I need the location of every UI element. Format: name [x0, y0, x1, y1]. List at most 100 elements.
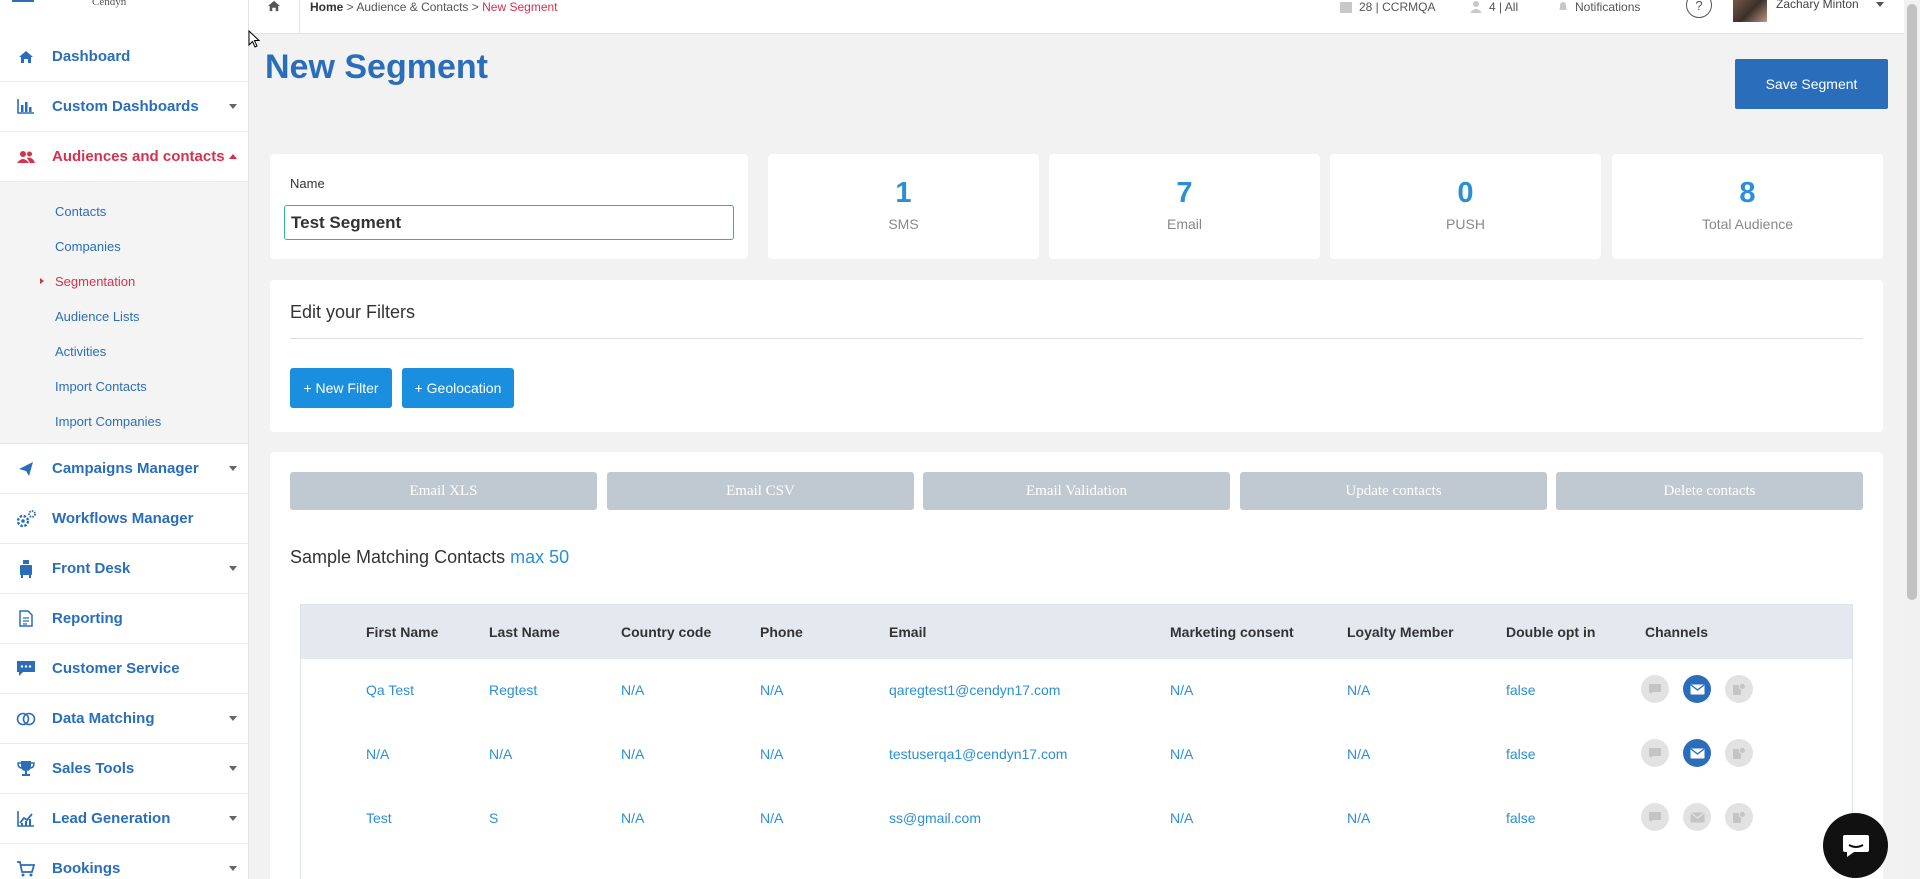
scrollbar-thumb[interactable] [1907, 4, 1917, 600]
email-channel-icon [1683, 675, 1711, 703]
cell-marketing-consent[interactable]: N/A [1170, 746, 1193, 762]
home-icon [268, 0, 280, 12]
cell-email[interactable]: testuserqa1@cendyn17.com [889, 746, 1067, 762]
nav-label: Campaigns Manager [52, 460, 199, 477]
sub-item-companies[interactable]: Companies [0, 229, 248, 264]
column-header[interactable]: Phone [760, 624, 803, 640]
sub-item-import-contacts[interactable]: Import Contacts [0, 369, 248, 404]
email-xls-button[interactable]: Email XLS [290, 472, 597, 510]
chevron-down-icon [229, 816, 237, 821]
scrollbar[interactable] [1904, 0, 1920, 879]
nav-label: Audiences and contacts [52, 148, 225, 165]
breadcrumb-home[interactable]: Home [310, 0, 343, 14]
avatar[interactable] [1733, 0, 1767, 22]
user-icon [1470, 1, 1482, 13]
column-header[interactable]: Double opt in [1506, 624, 1595, 640]
chevron-down-icon [229, 866, 237, 871]
cell-marketing-consent[interactable]: N/A [1170, 810, 1193, 826]
nav-front-desk[interactable]: Front Desk [0, 544, 248, 594]
nav-custom-dashboards[interactable]: Custom Dashboards [0, 82, 248, 132]
stat-card-email: 7 Email [1049, 154, 1320, 259]
nav-dashboard[interactable]: Dashboard [0, 32, 248, 82]
cell-first-name[interactable]: Test [366, 810, 392, 826]
cell-country-code[interactable]: N/A [621, 810, 644, 826]
property-selector[interactable]: 28 | CCRMQA [1339, 0, 1435, 14]
notifications-button[interactable]: Notifications [1557, 0, 1640, 14]
email-validation-button[interactable]: Email Validation [923, 472, 1230, 510]
nav-audiences-contacts[interactable]: Audiences and contacts [0, 132, 248, 182]
cell-first-name[interactable]: Qa Test [366, 682, 414, 698]
cell-country-code[interactable]: N/A [621, 682, 644, 698]
users-icon [0, 150, 52, 164]
breadcrumb-separator: > [468, 0, 483, 14]
nav-workflows-manager[interactable]: Workflows Manager [0, 494, 248, 544]
nav-reporting[interactable]: Reporting [0, 594, 248, 644]
nav-lead-generation[interactable]: Lead Generation [0, 794, 248, 844]
sub-item-contacts[interactable]: Contacts [0, 194, 248, 229]
cell-double-opt-in[interactable]: false [1506, 682, 1536, 698]
home-button[interactable] [249, 0, 300, 34]
mouse-cursor-icon [248, 30, 260, 48]
growth-chart-icon [0, 810, 52, 827]
cell-last-name[interactable]: S [489, 810, 498, 826]
cell-phone[interactable]: N/A [760, 682, 783, 698]
nav-label: Dashboard [52, 48, 131, 65]
column-header[interactable]: First Name [366, 624, 438, 640]
new-filter-button[interactable]: + New Filter [290, 368, 392, 408]
cell-phone[interactable]: N/A [760, 810, 783, 826]
help-button[interactable]: ? [1686, 0, 1712, 18]
cell-email[interactable]: qaregtest1@cendyn17.com [889, 682, 1060, 698]
nav-label: Reporting [52, 610, 123, 627]
cell-last-name[interactable]: N/A [489, 746, 512, 762]
nav-bookings[interactable]: Bookings [0, 844, 248, 879]
cell-phone[interactable]: N/A [760, 746, 783, 762]
cell-loyalty-member[interactable]: N/A [1347, 810, 1370, 826]
building-icon [1340, 2, 1352, 13]
delete-contacts-button[interactable]: Delete contacts [1556, 472, 1863, 510]
divider [290, 338, 1863, 339]
cell-double-opt-in[interactable]: false [1506, 746, 1536, 762]
chat-launcher-button[interactable] [1823, 813, 1888, 878]
cell-last-name[interactable]: Regtest [489, 682, 537, 698]
column-header[interactable]: Country code [621, 624, 711, 640]
user-name[interactable]: Zachary Minton [1776, 0, 1859, 11]
chevron-down-icon[interactable] [1876, 2, 1884, 7]
table-row[interactable]: Test S N/A N/A ss@gmail.com N/A N/A false [301, 787, 1852, 851]
column-header[interactable]: Last Name [489, 624, 560, 640]
nav-data-matching[interactable]: Data Matching [0, 694, 248, 744]
nav-campaigns-manager[interactable]: Campaigns Manager [0, 444, 248, 494]
gears-icon [0, 509, 52, 528]
cell-marketing-consent[interactable]: N/A [1170, 682, 1193, 698]
sub-item-audience-lists[interactable]: Audience Lists [0, 299, 248, 334]
property-label: 28 | CCRMQA [1359, 0, 1436, 14]
stat-label: Total Audience [1701, 216, 1794, 232]
save-segment-button[interactable]: Save Segment [1735, 59, 1888, 109]
sub-item-import-companies[interactable]: Import Companies [0, 404, 248, 439]
column-header[interactable]: Loyalty Member [1347, 624, 1454, 640]
table-row[interactable]: N/A N/A N/A N/A testuserqa1@cendyn17.com N/A N… [301, 723, 1852, 787]
cell-first-name[interactable]: N/A [366, 746, 389, 762]
cell-loyalty-member[interactable]: N/A [1347, 682, 1370, 698]
breadcrumb-audience-contacts[interactable]: Audience & Contacts [356, 0, 468, 14]
hamburger-menu-icon[interactable] [12, 0, 34, 10]
geolocation-button[interactable]: + Geolocation [402, 368, 514, 408]
cell-email[interactable]: ss@gmail.com [889, 810, 981, 826]
table-row[interactable]: Qa Test Regtest N/A N/A qaregtest1@cendyn17.… [301, 659, 1852, 723]
cell-double-opt-in[interactable]: false [1506, 810, 1536, 826]
match-icon [0, 712, 52, 726]
sub-item-segmentation[interactable]: Segmentation [0, 264, 248, 299]
segment-name-input[interactable] [284, 205, 734, 240]
nav-sales-tools[interactable]: Sales Tools [0, 744, 248, 794]
column-header[interactable]: Email [889, 624, 926, 640]
logo: Cendyn [92, 0, 127, 8]
column-header[interactable]: Marketing consent [1170, 624, 1294, 640]
nav-customer-service[interactable]: Customer Service [0, 644, 248, 694]
sub-item-activities[interactable]: Activities [0, 334, 248, 369]
email-csv-button[interactable]: Email CSV [607, 472, 914, 510]
cell-loyalty-member[interactable]: N/A [1347, 746, 1370, 762]
cell-country-code[interactable]: N/A [621, 746, 644, 762]
audiences-submenu: Contacts Companies Segmentation Audience… [0, 182, 248, 444]
update-contacts-button[interactable]: Update contacts [1240, 472, 1547, 510]
stat-label: Email [1166, 216, 1202, 232]
audience-selector[interactable]: 4 | All [1469, 0, 1518, 14]
